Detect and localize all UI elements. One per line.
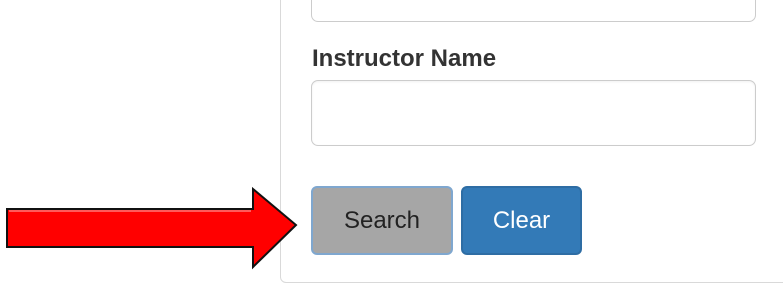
clear-button[interactable]: Clear xyxy=(461,186,582,255)
right-arrow-icon xyxy=(6,186,298,270)
previous-text-field[interactable] xyxy=(311,0,756,22)
form-stage: Instructor Name Search Clear xyxy=(0,0,783,286)
instructor-name-input[interactable] xyxy=(311,80,756,146)
search-button[interactable]: Search xyxy=(311,186,453,255)
instructor-name-label: Instructor Name xyxy=(312,45,497,72)
